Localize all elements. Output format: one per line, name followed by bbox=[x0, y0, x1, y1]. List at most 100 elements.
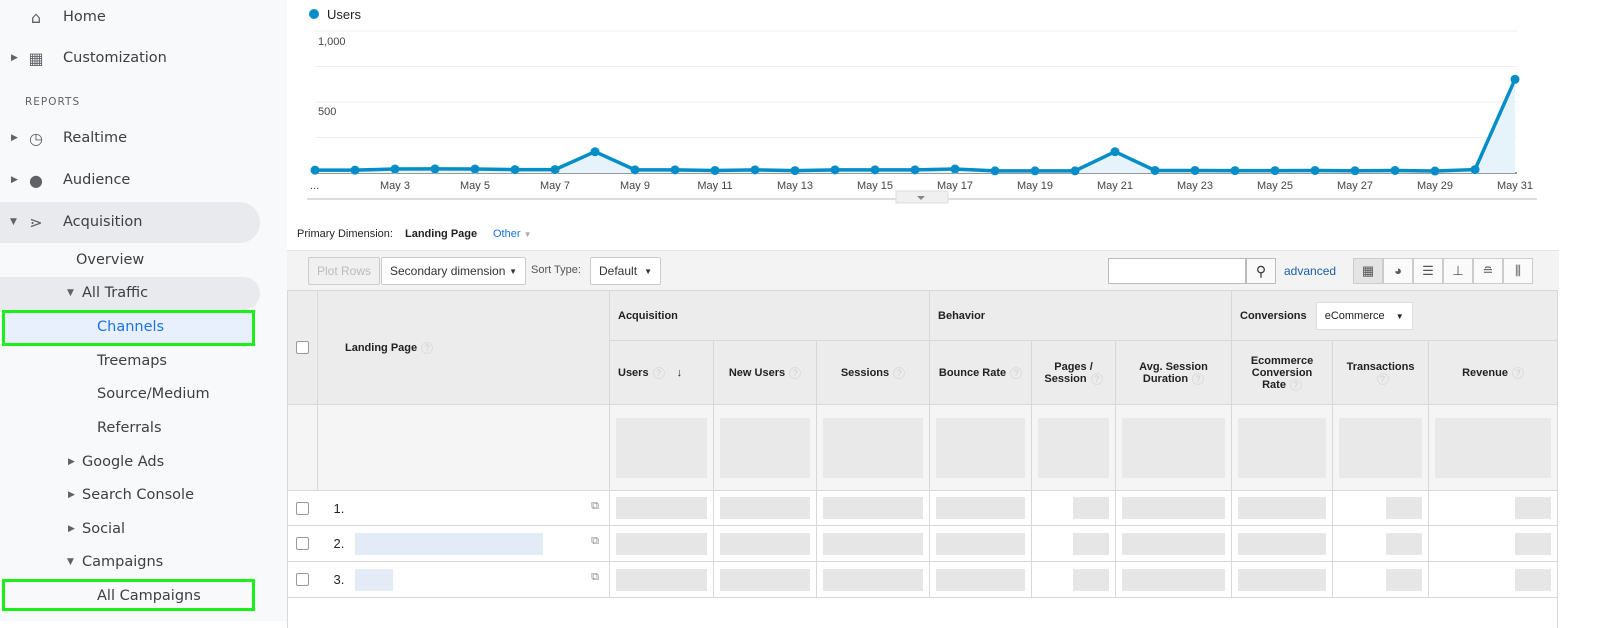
view-pie-button[interactable]: ◕ bbox=[1383, 258, 1413, 284]
data-point bbox=[790, 166, 800, 176]
plot-rows-button[interactable]: Plot Rows bbox=[308, 257, 381, 285]
table-search-input[interactable] bbox=[1108, 258, 1246, 284]
nav-social[interactable]: ▶ Social bbox=[0, 512, 125, 546]
data-point bbox=[390, 164, 400, 174]
metric-cell bbox=[1332, 525, 1430, 562]
summary-cell bbox=[609, 404, 714, 491]
dimension-other-dropdown[interactable]: Other ▼ bbox=[493, 228, 532, 240]
reports-heading: REPORTS bbox=[25, 96, 81, 108]
summary-cell bbox=[1428, 404, 1559, 491]
x-tick-label: May 11 bbox=[697, 180, 732, 192]
chevron-down-icon: ▼ bbox=[509, 266, 517, 276]
chevron-down-icon: ▼ bbox=[644, 266, 652, 276]
data-point bbox=[630, 165, 640, 175]
nav-overview[interactable]: Overview bbox=[0, 243, 144, 277]
row-select bbox=[287, 490, 318, 526]
summary-row bbox=[287, 404, 1559, 491]
help-icon: ? bbox=[1511, 366, 1524, 379]
col-new-users[interactable]: New Users? bbox=[713, 340, 817, 405]
caret-down-icon: ▼ bbox=[67, 288, 74, 298]
row-checkbox[interactable] bbox=[296, 501, 310, 515]
col-sessions[interactable]: Sessions? bbox=[815, 340, 931, 405]
nav-campaigns[interactable]: ▼ Campaigns bbox=[0, 545, 163, 579]
view-comparison-button[interactable]: ⊥ bbox=[1443, 258, 1473, 284]
advanced-link[interactable]: advanced bbox=[1284, 264, 1336, 278]
data-point bbox=[870, 165, 880, 175]
col-pages-session[interactable]: Pages / Session? bbox=[1031, 340, 1117, 405]
metric-cell bbox=[1115, 490, 1233, 526]
summary-cell bbox=[1231, 404, 1334, 491]
nav-source-medium[interactable]: Source/Medium bbox=[0, 377, 210, 411]
col-bounce-rate[interactable]: Bounce Rate? bbox=[929, 340, 1033, 405]
select-all-checkbox[interactable] bbox=[296, 341, 309, 354]
nav-all-campaigns[interactable]: All Campaigns bbox=[0, 579, 201, 613]
dimension-landing-page[interactable]: Landing Page bbox=[405, 228, 477, 240]
data-point bbox=[1470, 165, 1480, 175]
chevron-down-icon: ▼ bbox=[523, 230, 532, 239]
nav-treemaps[interactable]: Treemaps bbox=[0, 344, 167, 378]
sidebar: ⌂ Home ▶ ▦ Customization REPORTS ▶ ◷ Realtime… bbox=[0, 0, 287, 621]
col-revenue[interactable]: Revenue? bbox=[1428, 340, 1559, 405]
summary-cell bbox=[317, 404, 610, 491]
nav-realtime[interactable]: ▶ ◷ Realtime bbox=[0, 121, 127, 155]
help-icon: ? bbox=[1376, 372, 1389, 385]
search-button[interactable]: ⚲ bbox=[1246, 258, 1276, 284]
secondary-dimension-select[interactable]: Secondary dimension ▼ bbox=[381, 257, 526, 285]
view-performance-button[interactable]: ☰ bbox=[1413, 258, 1443, 284]
metric-cell bbox=[1231, 525, 1334, 562]
metric-cell bbox=[1115, 561, 1233, 598]
landing-page-cell: 1. ⧉ bbox=[317, 490, 610, 526]
metric-cell bbox=[1031, 525, 1117, 562]
landing-page-cell: 2. ⧉ bbox=[317, 525, 610, 562]
comparison-icon: ⊥ bbox=[1452, 263, 1464, 278]
data-point bbox=[1030, 166, 1040, 176]
caret-down-icon: ▼ bbox=[10, 217, 17, 227]
data-point bbox=[1350, 166, 1360, 176]
open-link-icon[interactable]: ⧉ bbox=[591, 535, 599, 548]
metric-cell bbox=[1332, 561, 1430, 598]
data-point bbox=[1230, 166, 1240, 176]
nav-audience[interactable]: ▶ ● Audience bbox=[0, 163, 130, 197]
data-point bbox=[590, 147, 600, 157]
open-link-icon[interactable]: ⧉ bbox=[591, 500, 599, 513]
sort-type-select[interactable]: Default ▼ bbox=[590, 257, 661, 285]
landing-page-cell: 3. ⧉ bbox=[317, 561, 610, 598]
series-line bbox=[315, 78, 1517, 173]
view-pivot-button[interactable]: ⫼ bbox=[1503, 258, 1533, 284]
caret-right-icon: ▶ bbox=[11, 53, 18, 63]
nav-home[interactable]: ⌂ Home bbox=[0, 0, 106, 34]
users-chart: Users 1,000 500... May 3 May 5 May 7 May 9 May … bbox=[307, 7, 1537, 204]
nav-google-ads[interactable]: ▶ Google Ads bbox=[0, 445, 164, 479]
row-checkbox[interactable] bbox=[296, 573, 310, 586]
nav-search-console[interactable]: ▶ Search Console bbox=[0, 478, 194, 512]
metric-cell bbox=[1428, 525, 1559, 562]
table-row[interactable]: 1. ⧉ bbox=[287, 490, 1559, 526]
col-ecommerce-conversion-rate[interactable]: Ecommerce Conversion Rate? bbox=[1231, 340, 1334, 405]
view-table-button[interactable]: ▦ bbox=[1353, 258, 1383, 284]
nav-referrals[interactable]: Referrals bbox=[0, 411, 162, 445]
table-row[interactable]: 3. ⧉ bbox=[287, 561, 1559, 598]
col-avg-session-duration[interactable]: Avg. Session Duration? bbox=[1115, 340, 1233, 405]
nav-all-traffic[interactable]: ▼ All Traffic bbox=[0, 276, 148, 310]
data-point bbox=[1110, 147, 1120, 157]
table-row[interactable]: 2. ⧉ bbox=[287, 525, 1559, 562]
nav-channels[interactable]: Channels bbox=[0, 310, 164, 344]
nav-customization[interactable]: ▶ ▦ Customization bbox=[0, 41, 167, 75]
series-area bbox=[315, 79, 1515, 173]
y-tick-label: 500 bbox=[318, 106, 336, 118]
row-checkbox[interactable] bbox=[296, 537, 310, 550]
open-link-icon[interactable]: ⧉ bbox=[591, 571, 599, 584]
col-transactions[interactable]: Transactions? bbox=[1332, 340, 1430, 405]
data-point bbox=[550, 165, 560, 175]
home-icon: ⌂ bbox=[30, 7, 42, 27]
summary-cell bbox=[287, 404, 318, 491]
nav-acquisition[interactable]: ▼ ⋗ Acquisition bbox=[0, 205, 142, 239]
view-term-cloud-button[interactable]: ≘ bbox=[1473, 258, 1503, 284]
data-point bbox=[830, 165, 840, 175]
col-landing-page[interactable]: Landing Page? bbox=[317, 290, 610, 405]
conversions-select[interactable]: eCommerce ▼ bbox=[1315, 301, 1413, 330]
help-icon: ? bbox=[1010, 366, 1023, 379]
summary-cell bbox=[929, 404, 1033, 491]
col-users[interactable]: Users? ↓ bbox=[609, 340, 714, 405]
metric-cell bbox=[1231, 490, 1334, 526]
